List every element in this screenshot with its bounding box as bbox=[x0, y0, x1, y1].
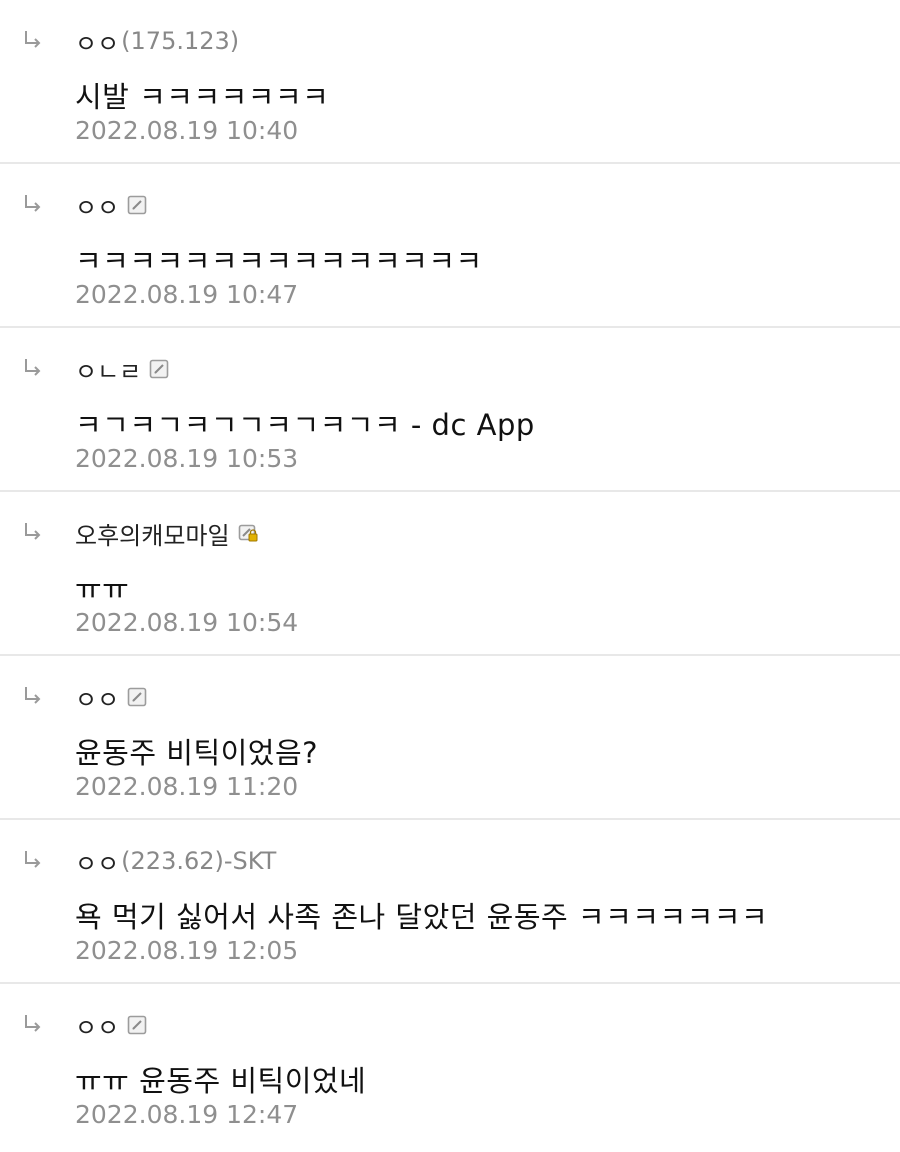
author-line: ㅇㄴㄹ bbox=[75, 352, 169, 386]
fixed-nick-icon bbox=[149, 359, 169, 379]
reply-date: 2022.08.19 10:54 bbox=[75, 608, 299, 637]
reply-message: ㅋㅋㅋㅋㅋㅋㅋㅋㅋㅋㅋㅋㅋㅋㅋ bbox=[75, 244, 483, 278]
fixed-nick-icon bbox=[127, 1015, 147, 1035]
ip-address: (223.62)-SKT bbox=[121, 847, 277, 875]
reply-arrow-icon bbox=[25, 1015, 41, 1032]
nickname[interactable]: ㅇㅇ bbox=[75, 24, 119, 59]
reply-message: ㅠㅠ bbox=[75, 572, 130, 606]
reply-message: ㅋㄱㅋㄱㅋㄱㄱㅋㄱㅋㄱㅋ - dc App bbox=[75, 408, 535, 442]
author-line: ㅇㅇ bbox=[75, 1008, 147, 1042]
reply-date: 2022.08.19 10:40 bbox=[75, 116, 299, 145]
reply-date: 2022.08.19 10:53 bbox=[75, 444, 299, 473]
author-line: ㅇㅇ (223.62)-SKT bbox=[75, 844, 276, 878]
reply-date: 2022.08.19 11:20 bbox=[75, 772, 299, 801]
nickname[interactable]: ㅇㅇ bbox=[75, 680, 119, 715]
author-line: 오후의캐모마일 bbox=[75, 516, 258, 550]
reply-arrow-icon bbox=[25, 359, 41, 376]
author-line: ㅇㅇ bbox=[75, 188, 147, 222]
reply-item: ㅇㅇ 윤동주 비틱이었음? 2022.08.19 11:20 bbox=[0, 656, 900, 820]
author-line: ㅇㅇ bbox=[75, 680, 147, 714]
nickname[interactable]: ㅇㅇ bbox=[75, 188, 119, 223]
nickname[interactable]: ㅇㅇ bbox=[75, 844, 119, 879]
reply-date: 2022.08.19 12:47 bbox=[75, 1100, 299, 1129]
reply-message: 시발 ㅋㅋㅋㅋㅋㅋㅋ bbox=[75, 80, 330, 114]
author-line: ㅇㅇ (175.123) bbox=[75, 24, 239, 58]
reply-arrow-icon bbox=[25, 851, 41, 868]
reply-item: ㅇㅇ (223.62)-SKT 욕 먹기 싫어서 사족 존나 달았던 윤동주 ㅋ… bbox=[0, 820, 900, 984]
fixed-nick-icon bbox=[127, 195, 147, 215]
reply-message: 윤동주 비틱이었음? bbox=[75, 736, 319, 770]
reply-item: ㅇㅇ (175.123) 시발 ㅋㅋㅋㅋㅋㅋㅋ 2022.08.19 10:40 bbox=[0, 0, 900, 164]
reply-message: ㅠㅠ 윤동주 비틱이었네 bbox=[75, 1064, 367, 1098]
reply-arrow-icon bbox=[25, 523, 41, 540]
fixed-nick-icon bbox=[127, 687, 147, 707]
reply-arrow-icon bbox=[25, 195, 41, 212]
reply-item: ㅇㄴㄹ ㅋㄱㅋㄱㅋㄱㄱㅋㄱㅋㄱㅋ - dc App 2022.08.19 10:… bbox=[0, 328, 900, 492]
reply-date: 2022.08.19 10:47 bbox=[75, 280, 299, 309]
reply-list: ㅇㅇ (175.123) 시발 ㅋㅋㅋㅋㅋㅋㅋ 2022.08.19 10:40… bbox=[0, 0, 900, 1152]
reply-message: 욕 먹기 싫어서 사족 존나 달았던 윤동주 ㅋㅋㅋㅋㅋㅋㅋ bbox=[75, 900, 769, 934]
ip-address: (175.123) bbox=[121, 27, 240, 55]
fixed-nick-lock-icon bbox=[238, 524, 258, 542]
reply-item: ㅇㅇ ㅠㅠ 윤동주 비틱이었네 2022.08.19 12:47 bbox=[0, 984, 900, 1148]
reply-item: ㅇㅇ ㅋㅋㅋㅋㅋㅋㅋㅋㅋㅋㅋㅋㅋㅋㅋ 2022.08.19 10:47 bbox=[0, 164, 900, 328]
reply-date: 2022.08.19 12:05 bbox=[75, 936, 299, 965]
reply-arrow-icon bbox=[25, 31, 41, 48]
reply-item: 오후의캐모마일 ㅠㅠ 2022.08.19 10:54 bbox=[0, 492, 900, 656]
nickname[interactable]: ㅇㄴㄹ bbox=[75, 352, 141, 387]
nickname[interactable]: ㅇㅇ bbox=[75, 1008, 119, 1043]
reply-arrow-icon bbox=[25, 687, 41, 704]
nickname[interactable]: 오후의캐모마일 bbox=[75, 516, 230, 551]
